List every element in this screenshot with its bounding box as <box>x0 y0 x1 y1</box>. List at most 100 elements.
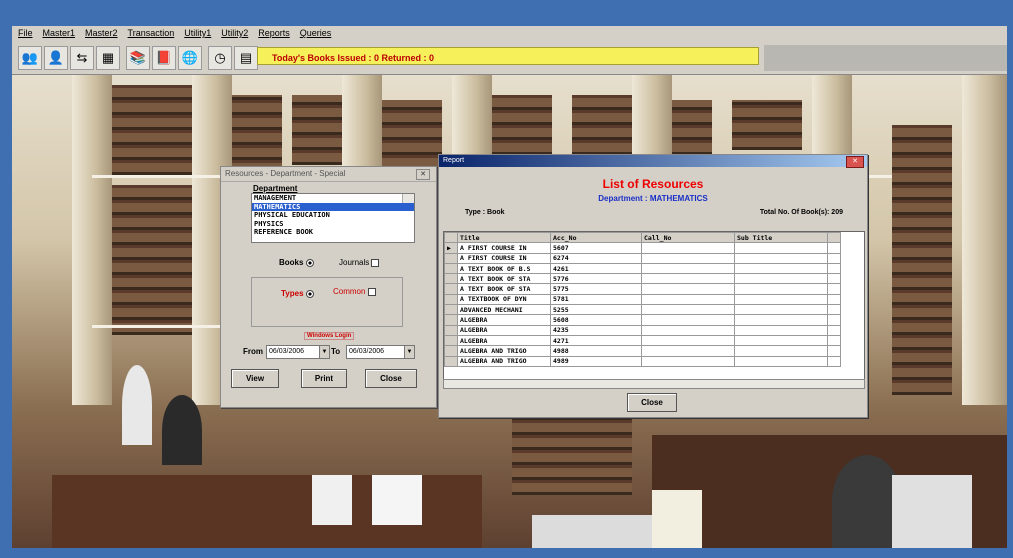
journals-option[interactable]: Journals <box>339 258 380 267</box>
column-header-call-no[interactable]: Call_No <box>641 232 735 244</box>
list-item[interactable]: PHYSICAL EDUCATION <box>252 211 414 220</box>
table-row[interactable]: ADVANCED MECHANI 5255 <box>444 304 841 316</box>
table-row[interactable]: ALGEBRA AND TRIGO 4988 <box>444 345 841 357</box>
menu-reports[interactable]: Reports <box>258 28 290 38</box>
journals-checkbox[interactable] <box>371 258 380 267</box>
common-checkbox[interactable] <box>367 287 376 296</box>
cell-sub-title[interactable] <box>734 262 828 275</box>
row-selector[interactable] <box>444 252 458 264</box>
menu-utility1[interactable]: Utility1 <box>184 28 211 38</box>
column-header-title[interactable]: Title <box>457 232 551 244</box>
cell-sub-title[interactable] <box>734 314 828 326</box>
table-row[interactable]: ALGEBRA 4235 <box>444 324 841 336</box>
table-row[interactable]: A FIRST COURSE IN 6274 <box>444 252 841 264</box>
list-item[interactable]: PHYSICS <box>252 220 414 229</box>
books-radio[interactable] <box>305 258 314 267</box>
cell-title[interactable]: ADVANCED MECHANI <box>457 304 551 316</box>
cell-call-no[interactable] <box>641 304 735 316</box>
close-icon[interactable]: ✕ <box>416 169 430 180</box>
menu-transaction[interactable]: Transaction <box>128 28 175 38</box>
cell-acc-no[interactable]: 4988 <box>550 345 642 357</box>
cell-title[interactable]: A FIRST COURSE IN <box>457 242 551 254</box>
close-button[interactable]: Close <box>365 369 417 388</box>
cell-title[interactable]: ALGEBRA <box>457 334 551 347</box>
grid-horizontal-scrollbar[interactable] <box>443 379 865 389</box>
books-option[interactable]: Books <box>279 258 314 267</box>
cell-acc-no[interactable]: 5607 <box>550 242 642 254</box>
cell-acc-no[interactable]: 4271 <box>550 334 642 347</box>
cell-acc-no[interactable]: 5255 <box>550 304 642 316</box>
cell-sub-title[interactable] <box>734 273 828 285</box>
cell-acc-no[interactable]: 6274 <box>550 252 642 264</box>
report-close-button[interactable]: Close <box>627 393 677 412</box>
cell-acc-no[interactable]: 5775 <box>550 283 642 295</box>
common-option[interactable]: Common <box>333 287 376 296</box>
menu-queries[interactable]: Queries <box>300 28 332 38</box>
users-icon[interactable]: 👥 <box>18 46 42 70</box>
row-selector[interactable] <box>444 304 458 316</box>
cell-call-no[interactable] <box>641 252 735 264</box>
cell-title[interactable]: A TEXT BOOK OF STA <box>457 283 551 295</box>
listbox-scrollbar[interactable] <box>402 194 414 203</box>
table-row[interactable]: ALGEBRA AND TRIGO 4989 <box>444 355 841 367</box>
table-row[interactable]: A TEXTBOOK OF DYN 5781 <box>444 293 841 306</box>
row-selector[interactable] <box>444 293 458 306</box>
cell-sub-title[interactable] <box>734 345 828 357</box>
resources-grid[interactable]: Title Acc_No Call_No Sub Title ▶ A FIRST … <box>443 231 865 381</box>
row-selector[interactable] <box>444 314 458 326</box>
cell-title[interactable]: A TEXT BOOK OF STA <box>457 273 551 285</box>
cell-title[interactable]: ALGEBRA <box>457 324 551 336</box>
cell-acc-no[interactable]: 5776 <box>550 273 642 285</box>
menu-file[interactable]: File <box>18 28 33 38</box>
cell-acc-no[interactable]: 4235 <box>550 324 642 336</box>
department-listbox[interactable]: MANAGEMENT MATHEMATICS PHYSICAL EDUCATIO… <box>251 193 415 243</box>
row-selector[interactable] <box>444 273 458 285</box>
close-icon[interactable]: ✕ <box>846 156 864 168</box>
cell-sub-title[interactable] <box>734 242 828 254</box>
cell-sub-title[interactable] <box>734 293 828 306</box>
table-row[interactable]: ALGEBRA 5608 <box>444 314 841 326</box>
chevron-down-icon[interactable]: ▼ <box>404 346 414 358</box>
types-option[interactable]: Types <box>281 289 314 298</box>
menu-master1[interactable]: Master1 <box>43 28 76 38</box>
list-item[interactable]: MANAGEMENT <box>252 194 414 203</box>
table-row[interactable]: ▶ A FIRST COURSE IN 5607 <box>444 242 841 254</box>
table-row[interactable]: A TEXT BOOK OF STA 5775 <box>444 283 841 295</box>
cell-sub-title[interactable] <box>734 334 828 347</box>
cell-acc-no[interactable]: 5608 <box>550 314 642 326</box>
arrows-icon[interactable]: ⇆ <box>70 46 94 70</box>
books-icon[interactable]: 📚 <box>126 46 150 70</box>
cell-acc-no[interactable]: 4261 <box>550 262 642 275</box>
cell-sub-title[interactable] <box>734 304 828 316</box>
list-item-selected[interactable]: MATHEMATICS <box>252 202 414 211</box>
row-selector[interactable] <box>444 283 458 295</box>
row-selector[interactable] <box>444 345 458 357</box>
clock-icon[interactable]: ◷ <box>208 46 232 70</box>
print-button[interactable]: Print <box>301 369 347 388</box>
cell-call-no[interactable] <box>641 242 735 254</box>
view-button[interactable]: View <box>231 369 279 388</box>
cell-title[interactable]: ALGEBRA AND TRIGO <box>457 345 551 357</box>
list-item[interactable]: REFERENCE BOOK <box>252 228 414 237</box>
cell-acc-no[interactable]: 4989 <box>550 355 642 367</box>
from-date-picker[interactable]: 06/03/2006 ▼ <box>266 345 330 359</box>
row-selector[interactable] <box>444 334 458 347</box>
book-icon[interactable]: 📕 <box>152 46 176 70</box>
cell-title[interactable]: A TEXT BOOK OF B.S <box>457 262 551 275</box>
row-selector[interactable] <box>444 324 458 336</box>
cell-call-no[interactable] <box>641 293 735 306</box>
menu-master2[interactable]: Master2 <box>85 28 118 38</box>
cell-title[interactable]: ALGEBRA AND TRIGO <box>457 355 551 367</box>
globe-icon[interactable]: 🌐 <box>178 46 202 70</box>
column-header-sub-title[interactable]: Sub Title <box>734 232 828 244</box>
to-date-picker[interactable]: 06/03/2006 ▼ <box>346 345 415 359</box>
column-header-acc-no[interactable]: Acc_No <box>550 232 642 244</box>
cell-call-no[interactable] <box>641 334 735 347</box>
cell-title[interactable]: A TEXTBOOK OF DYN <box>457 293 551 306</box>
table-row[interactable]: ALGEBRA 4271 <box>444 334 841 347</box>
cell-sub-title[interactable] <box>734 324 828 336</box>
cell-call-no[interactable] <box>641 314 735 326</box>
cell-sub-title[interactable] <box>734 355 828 367</box>
cell-title[interactable]: ALGEBRA <box>457 314 551 326</box>
cell-call-no[interactable] <box>641 262 735 275</box>
